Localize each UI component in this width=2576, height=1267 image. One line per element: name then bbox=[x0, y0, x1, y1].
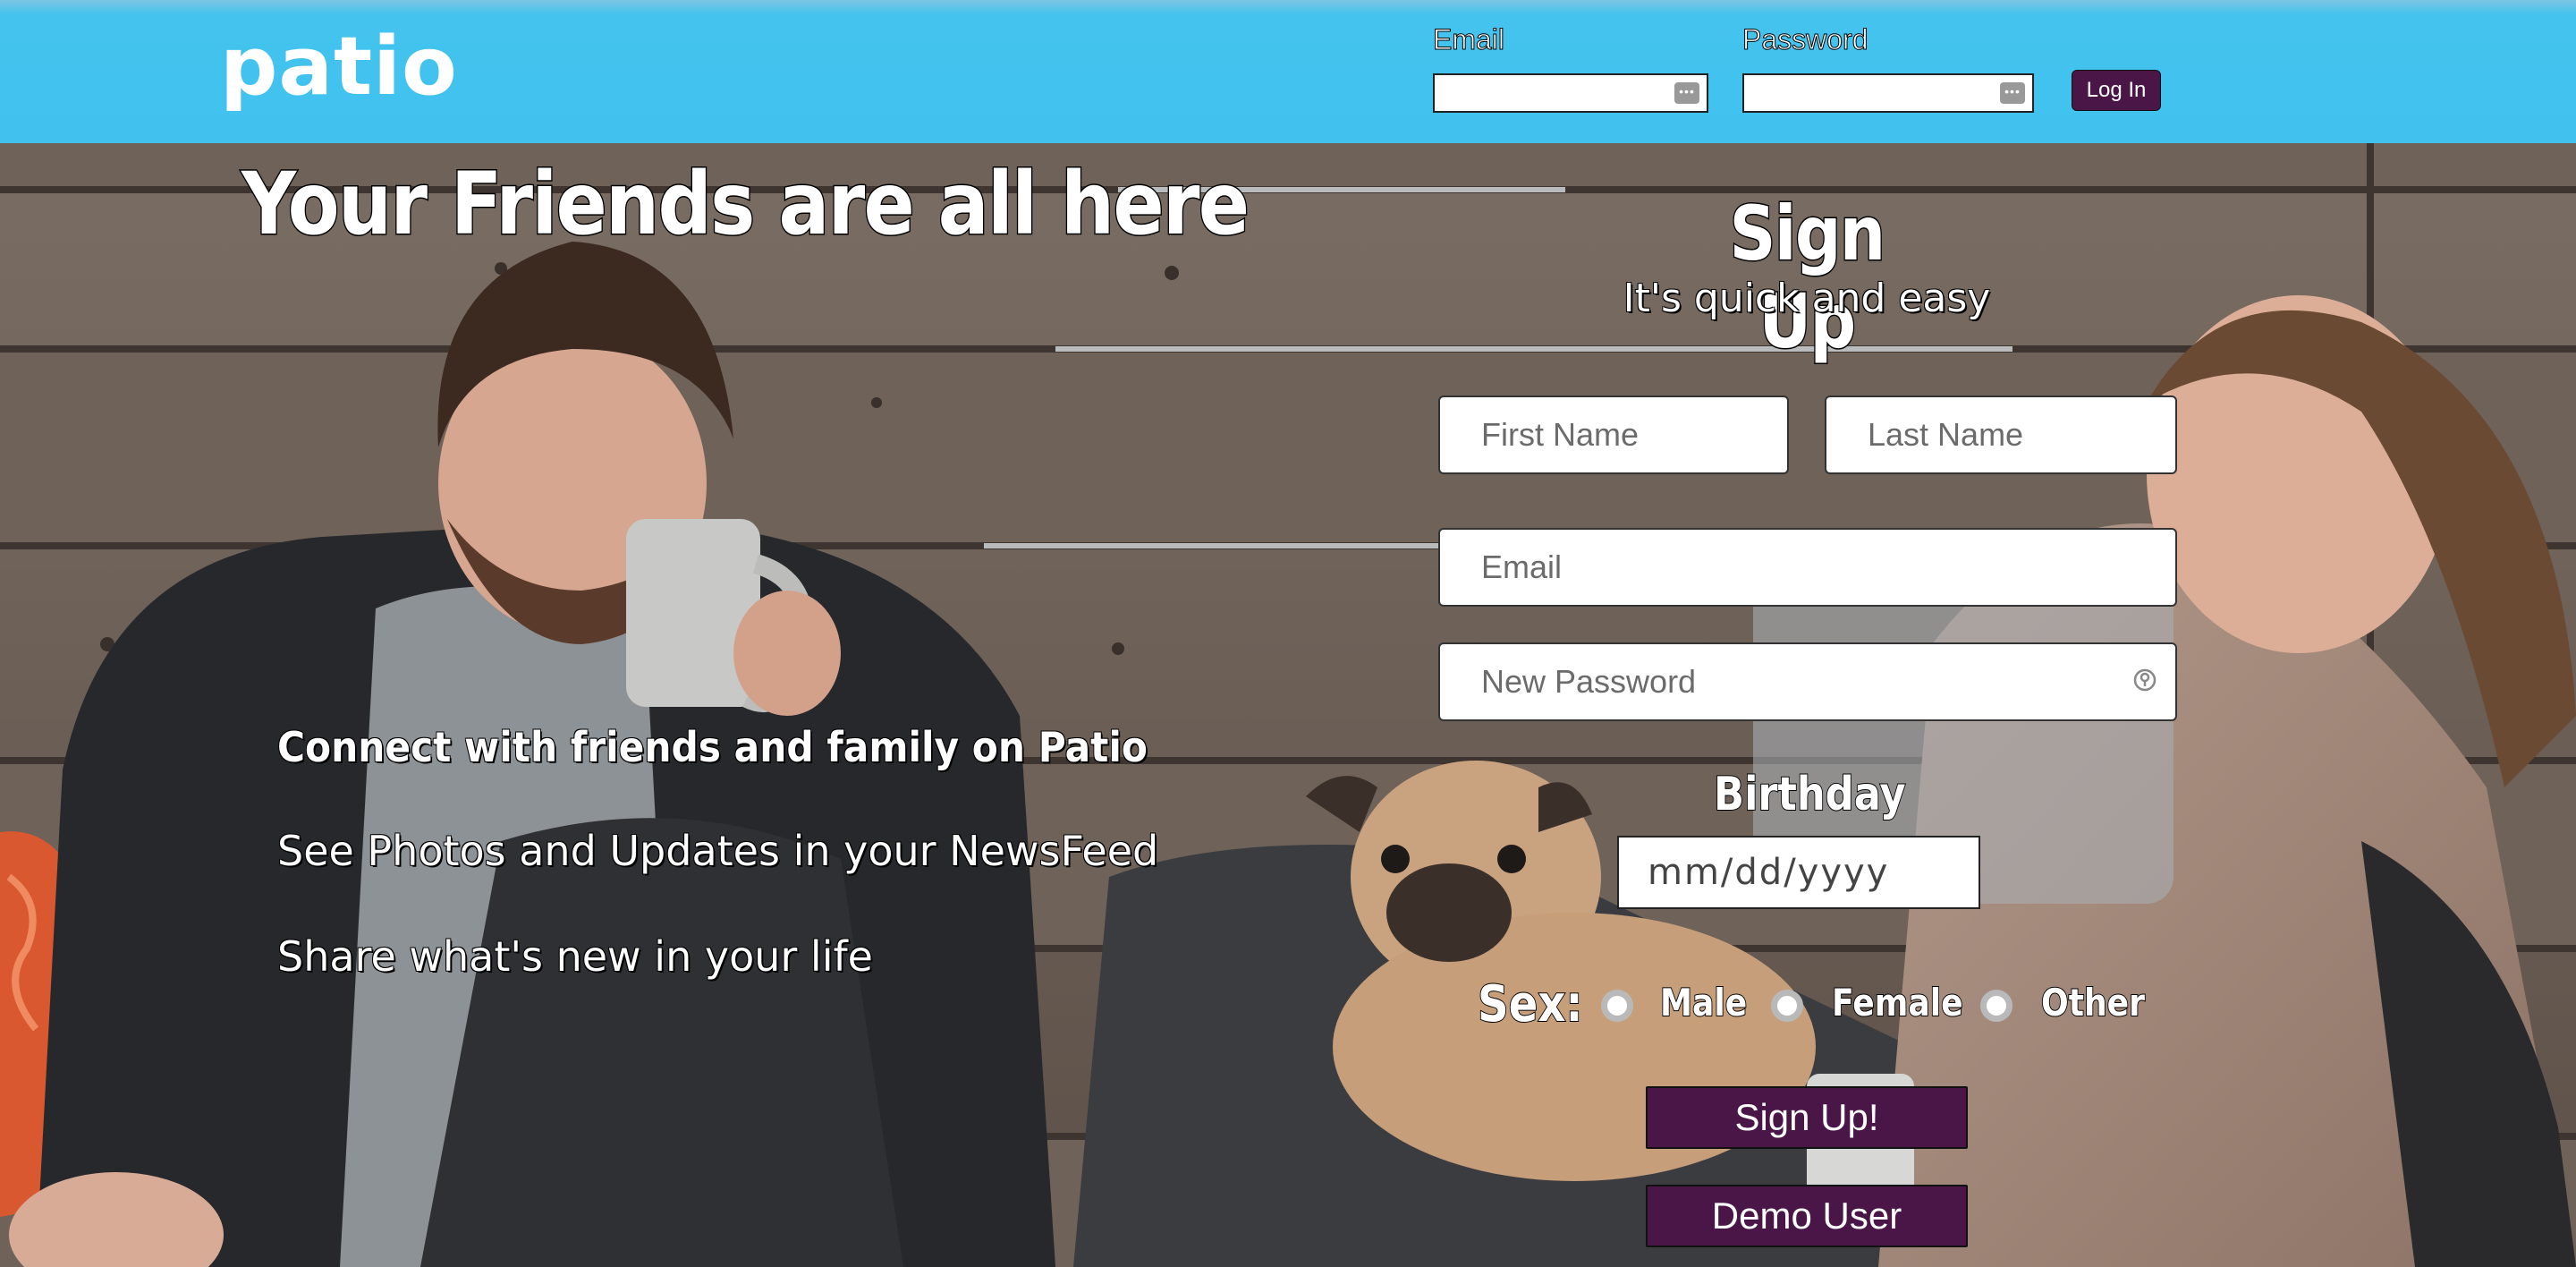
feature-share: Share what's new in your life bbox=[277, 932, 873, 981]
sex-label-male: Male bbox=[1659, 980, 1748, 1025]
patio-logo[interactable]: patio bbox=[220, 27, 458, 107]
sign-up-button[interactable]: Sign Up! bbox=[1646, 1086, 1968, 1149]
sex-label-female: Female bbox=[1831, 980, 1963, 1025]
sex-label-other: Other bbox=[2040, 980, 2146, 1025]
log-in-button[interactable]: Log In bbox=[2072, 70, 2161, 111]
birthday-label: Birthday bbox=[1713, 767, 1906, 822]
login-email-label: Email bbox=[1432, 23, 1505, 56]
login-email-input[interactable]: ••• bbox=[1433, 73, 1708, 113]
birthday-date-input[interactable]: mm/dd/yyyy bbox=[1617, 836, 1980, 909]
last-name-input[interactable] bbox=[1825, 395, 2177, 474]
email-input[interactable] bbox=[1438, 528, 2177, 607]
sex-label: Sex: bbox=[1477, 974, 1583, 1034]
first-name-input[interactable] bbox=[1438, 395, 1789, 474]
feature-connect: Connect with friends and family on Patio bbox=[277, 723, 1148, 771]
login-password-label: Password bbox=[1742, 23, 1868, 56]
feature-photos: See Photos and Updates in your NewsFeed bbox=[277, 827, 1159, 875]
background-photo bbox=[0, 143, 2576, 1267]
sex-radio-other[interactable] bbox=[1980, 990, 2012, 1022]
hero-headline: Your Friends are all here bbox=[241, 153, 1251, 256]
demo-user-button[interactable]: Demo User bbox=[1646, 1185, 1968, 1247]
sex-radio-male[interactable] bbox=[1601, 990, 1633, 1022]
login-password-input[interactable]: ••• bbox=[1742, 73, 2034, 113]
key-icon[interactable] bbox=[2132, 668, 2157, 693]
top-nav-bar: patio Email ••• Password ••• Log In bbox=[0, 0, 2576, 143]
signup-subtitle: It's quick and easy bbox=[1623, 276, 1991, 321]
password-dots-icon[interactable]: ••• bbox=[1674, 82, 1699, 104]
sex-radio-female[interactable] bbox=[1771, 990, 1803, 1022]
new-password-input[interactable] bbox=[1438, 642, 2177, 721]
password-dots-icon[interactable]: ••• bbox=[2000, 82, 2025, 104]
